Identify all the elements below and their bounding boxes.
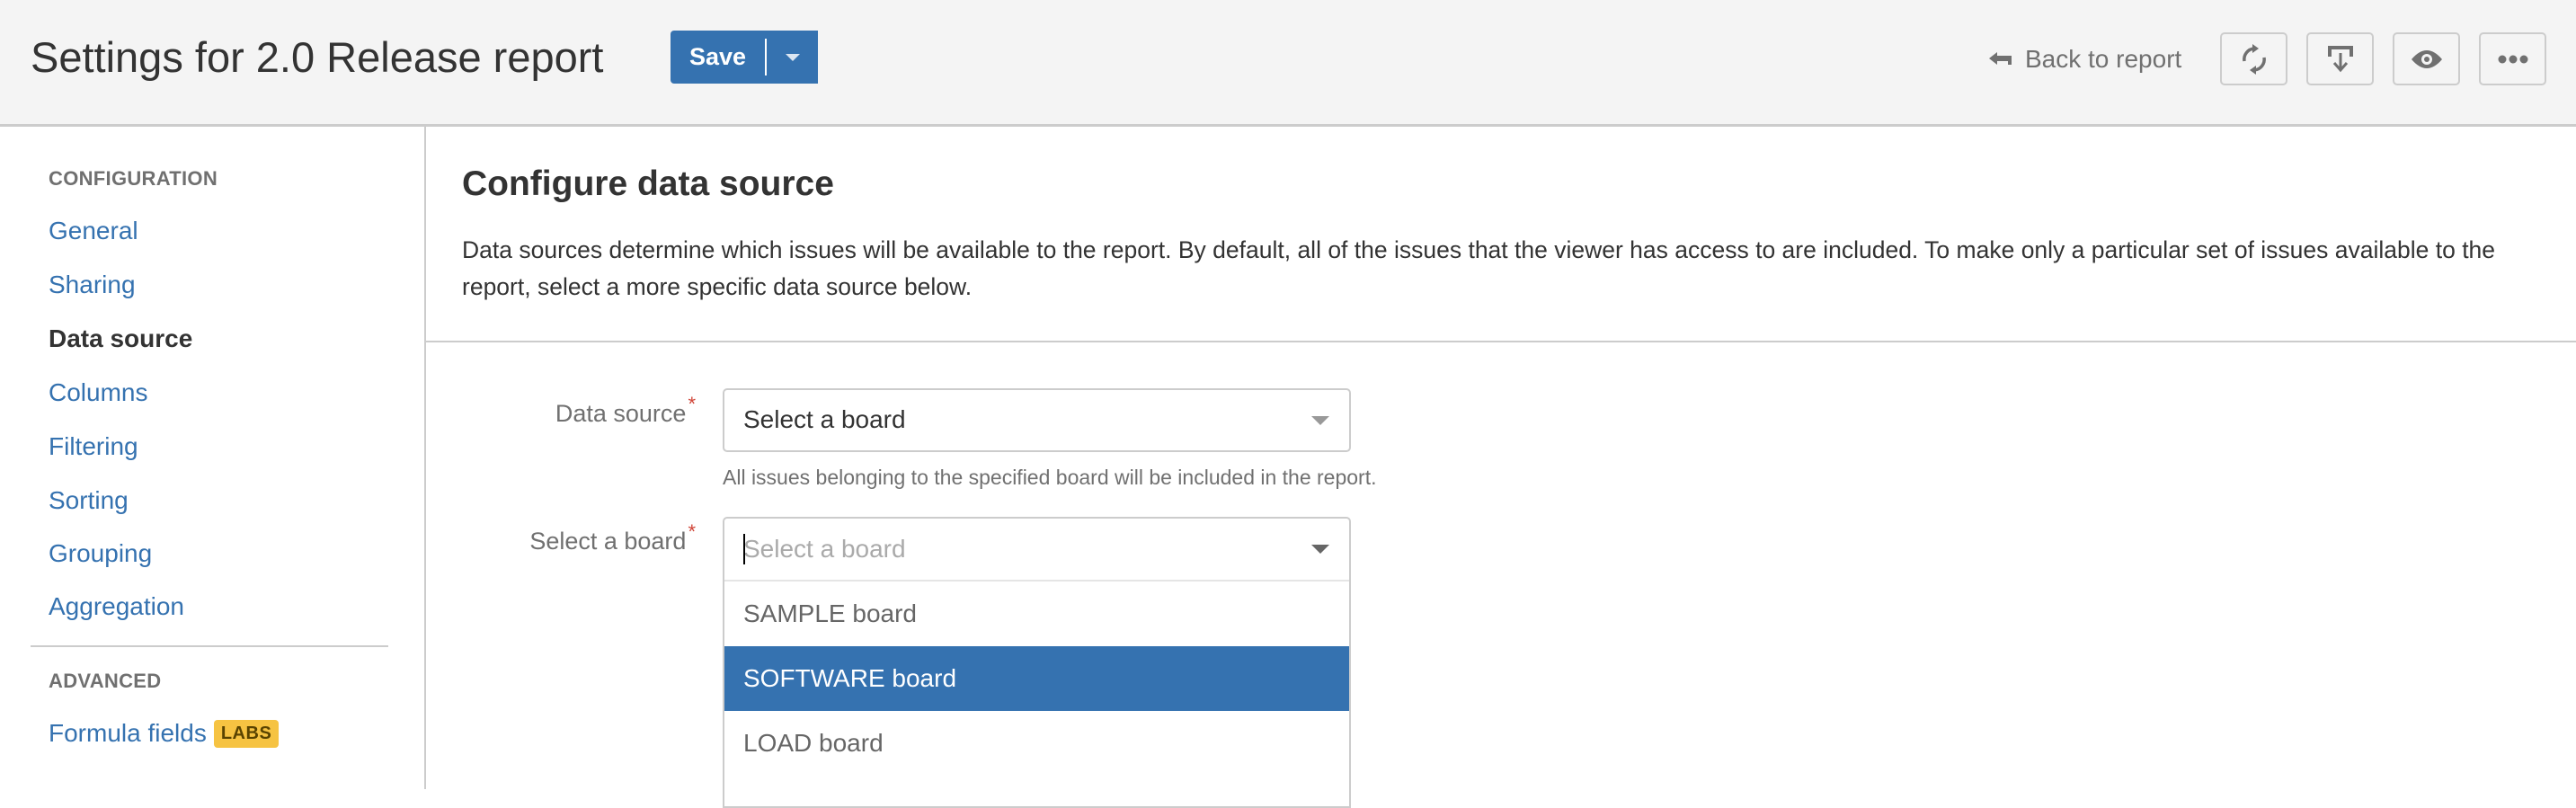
sidebar-item-grouping[interactable]: Grouping: [49, 539, 152, 568]
section-description: Data sources determine which issues will…: [462, 236, 2496, 300]
sidebar-item-filtering[interactable]: Filtering: [49, 432, 138, 461]
sidebar-item-label: Formula fields: [49, 719, 207, 747]
ellipsis-icon: [2498, 55, 2527, 63]
download-icon: [2327, 45, 2353, 72]
export-button[interactable]: [2306, 32, 2374, 85]
chevron-down-icon[interactable]: [1311, 545, 1329, 554]
sidebar-item-sharing[interactable]: Sharing: [49, 271, 136, 299]
save-options-button[interactable]: [767, 31, 818, 84]
refresh-button[interactable]: [2220, 32, 2287, 85]
page-title: Settings for 2.0 Release report: [31, 33, 604, 81]
more-actions-button[interactable]: [2479, 32, 2546, 85]
sidebar-item-columns[interactable]: Columns: [49, 378, 147, 407]
data-source-label: Data source*: [555, 393, 696, 428]
back-to-report-label: Back to report: [2025, 45, 2182, 73]
data-source-help: All issues belonging to the specified bo…: [723, 466, 1377, 489]
text-cursor: [743, 534, 745, 564]
board-option-load[interactable]: LOAD board: [724, 711, 1349, 776]
sidebar-item-sorting[interactable]: Sorting: [49, 486, 129, 515]
data-source-select-value: Select a board: [743, 405, 906, 433]
board-option-sample[interactable]: SAMPLE board: [724, 582, 1349, 646]
board-options-list: SAMPLE board SOFTWARE board LOAD board: [724, 580, 1349, 776]
back-to-report-link[interactable]: Back to report: [1989, 41, 2181, 77]
chevron-down-icon: [785, 53, 800, 61]
save-button[interactable]: Save: [671, 43, 765, 71]
save-button-group[interactable]: Save: [671, 31, 818, 84]
board-combobox[interactable]: SAMPLE board SOFTWARE board LOAD board: [723, 517, 1351, 808]
required-marker: *: [688, 393, 696, 415]
arrow-left-icon: [1989, 52, 2012, 65]
data-source-label-text: Data source: [555, 400, 687, 427]
board-label-text: Select a board: [529, 528, 687, 555]
required-marker: *: [688, 520, 696, 543]
main-content: Configure data source Data sources deter…: [426, 127, 2576, 808]
board-option-software[interactable]: SOFTWARE board: [724, 646, 1349, 711]
section-divider: [426, 341, 2576, 342]
refresh-icon: [2242, 43, 2266, 75]
sidebar-item-general[interactable]: General: [49, 217, 138, 245]
sidebar-item-formula-fields[interactable]: Formula fields LABS: [49, 719, 280, 748]
board-label: Select a board*: [529, 520, 696, 555]
eye-icon: [2411, 49, 2442, 68]
chevron-down-icon: [1311, 416, 1329, 425]
page-header: Settings for 2.0 Release report Save Bac…: [0, 0, 2576, 127]
labs-badge: LABS: [213, 720, 280, 748]
sidebar-heading-configuration: CONFIGURATION: [49, 167, 218, 190]
preview-button[interactable]: [2393, 32, 2460, 85]
board-search-input[interactable]: [724, 519, 1349, 579]
section-title: Configure data source: [462, 164, 834, 203]
sidebar-item-aggregation[interactable]: Aggregation: [49, 592, 184, 621]
settings-sidebar: CONFIGURATION General Sharing Data sourc…: [0, 127, 426, 789]
sidebar-divider: [31, 645, 388, 647]
sidebar-item-data-source[interactable]: Data source: [49, 324, 192, 353]
data-source-select[interactable]: Select a board: [723, 388, 1351, 452]
sidebar-heading-advanced: ADVANCED: [49, 670, 162, 692]
